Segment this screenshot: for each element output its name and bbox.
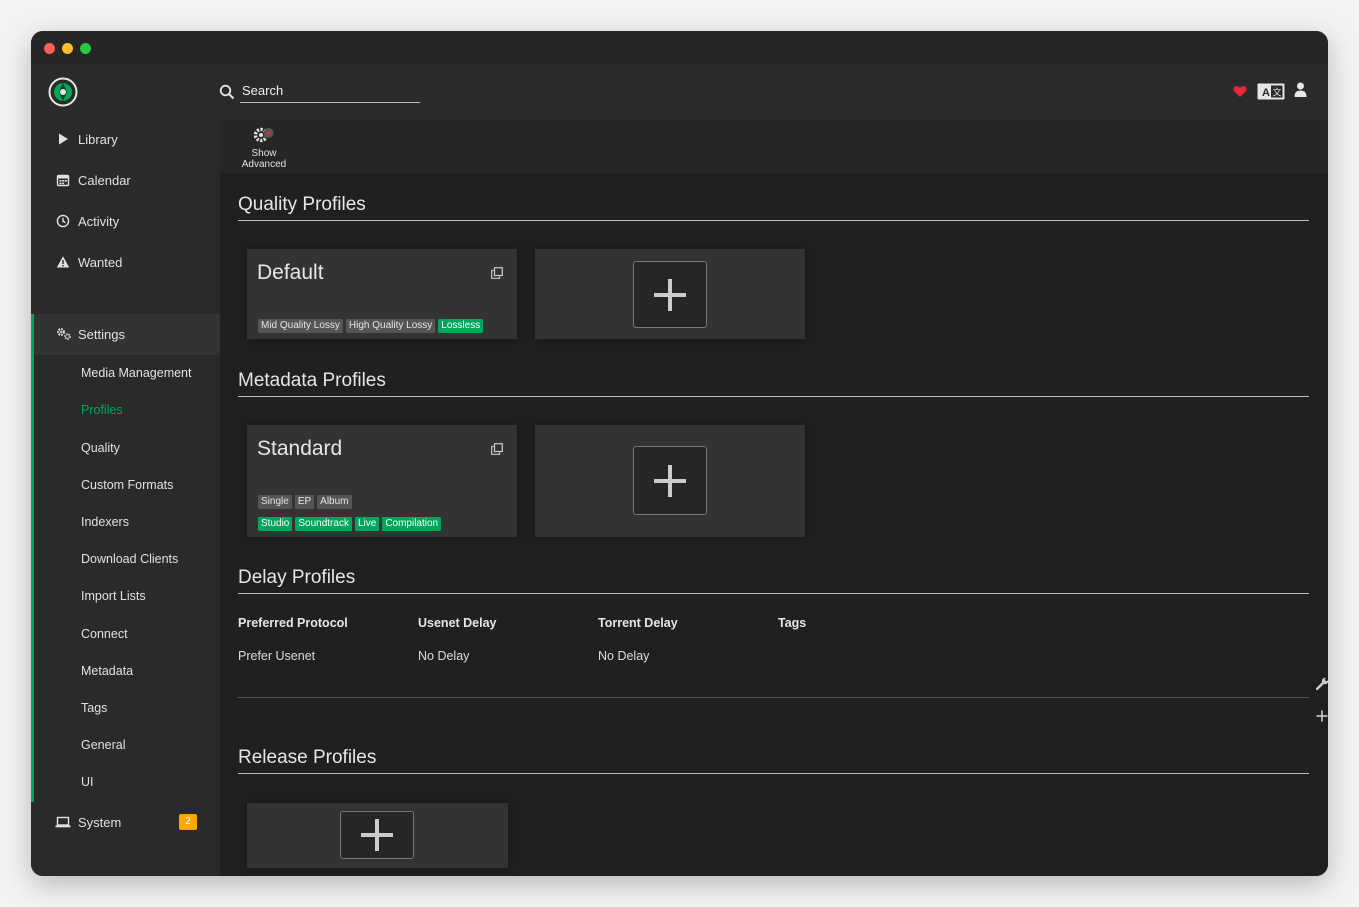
plus-icon xyxy=(361,819,393,851)
quality-tags: Mid Quality Lossy High Quality Lossy Lossl… xyxy=(258,315,486,333)
sidebar: Library Calendar Activity Wanted Setting… xyxy=(31,119,220,876)
cogs-icon xyxy=(57,328,71,340)
sidebar-item-library[interactable]: Library xyxy=(31,119,220,159)
quality-profile-card-default[interactable]: Default Mid Quality Lossy High Quality Lo… xyxy=(247,249,517,339)
maximize-window-button[interactable] xyxy=(80,43,91,54)
sidebar-item-calendar[interactable]: Calendar xyxy=(31,160,220,200)
sidebar-subitem-import-lists[interactable]: Import Lists xyxy=(81,586,146,606)
play-icon xyxy=(59,133,68,145)
plus-icon xyxy=(654,464,686,497)
sidebar-subitem-tags[interactable]: Tags xyxy=(81,698,107,718)
profile-name: Default xyxy=(257,261,324,284)
clone-icon[interactable] xyxy=(491,443,503,455)
translate-icon[interactable]: A 文 xyxy=(1257,83,1285,100)
show-advanced-button[interactable]: Show Advanced xyxy=(232,125,296,170)
row-divider xyxy=(238,697,1309,698)
main-content: Quality Profiles Default Mid Quality Los… xyxy=(220,173,1328,876)
search-icon xyxy=(219,84,235,100)
sidebar-subitem-download-clients[interactable]: Download Clients xyxy=(81,549,178,569)
app-window: A 文 Library Calendar xyxy=(31,31,1328,876)
search-input[interactable] xyxy=(240,79,420,103)
show-advanced-label-line1: Show xyxy=(251,148,277,159)
sidebar-item-wanted[interactable]: Wanted xyxy=(31,242,220,282)
column-header-tags: Tags xyxy=(778,616,807,630)
sidebar-item-label: Activity xyxy=(78,213,120,229)
user-icon[interactable] xyxy=(1294,82,1307,97)
window-titlebar xyxy=(31,31,1328,65)
add-quality-profile-button[interactable] xyxy=(633,261,707,328)
add-metadata-profile-button[interactable] xyxy=(633,446,707,515)
delay-profiles-title: Delay Profiles xyxy=(238,567,356,588)
section-divider xyxy=(238,220,1309,221)
settings-section-indicator xyxy=(31,314,34,802)
clock-icon xyxy=(56,214,70,228)
quality-tag: Mid Quality Lossy xyxy=(258,319,343,333)
add-release-profile-card[interactable] xyxy=(247,803,508,868)
sidebar-item-label: Library xyxy=(78,131,118,147)
sidebar-subitem-profiles[interactable]: Profiles xyxy=(81,400,123,420)
system-count-badge: 2 xyxy=(179,814,197,830)
minimize-window-button[interactable] xyxy=(62,43,73,54)
app-logo-icon[interactable] xyxy=(48,77,78,107)
sidebar-item-system[interactable]: System 2 xyxy=(31,802,220,842)
svg-text:A: A xyxy=(1262,87,1270,99)
quality-profiles-title: Quality Profiles xyxy=(238,194,366,215)
primary-type-tag: EP xyxy=(294,495,315,509)
sidebar-item-activity[interactable]: Activity xyxy=(31,201,220,241)
sidebar-subitem-ui[interactable]: UI xyxy=(81,772,94,792)
sidebar-subitem-media-management[interactable]: Media Management xyxy=(81,363,191,383)
svg-text:文: 文 xyxy=(1273,87,1282,99)
section-divider xyxy=(238,593,1309,594)
sidebar-subitem-metadata[interactable]: Metadata xyxy=(81,661,133,681)
page-toolbar: Show Advanced xyxy=(220,119,1328,173)
sidebar-subitem-custom-formats[interactable]: Custom Formats xyxy=(81,475,173,495)
release-profiles-title: Release Profiles xyxy=(238,747,377,768)
section-divider xyxy=(238,396,1309,397)
metadata-profiles-title: Metadata Profiles xyxy=(238,370,386,391)
calendar-icon xyxy=(56,174,70,187)
column-header-torrent-delay: Torrent Delay xyxy=(598,616,678,630)
sidebar-item-label: Calendar xyxy=(78,172,131,188)
secondary-type-tag: Compilation xyxy=(382,517,442,531)
sidebar-subitem-quality[interactable]: Quality xyxy=(81,438,120,458)
primary-type-tag: Album xyxy=(317,495,352,509)
close-window-button[interactable] xyxy=(44,43,55,54)
sidebar-subitem-connect[interactable]: Connect xyxy=(81,624,128,644)
laptop-icon xyxy=(55,816,71,828)
heart-icon[interactable] xyxy=(1233,85,1247,98)
usenet-delay-cell: No Delay xyxy=(418,649,470,663)
section-divider xyxy=(238,773,1309,774)
primary-type-tag: Single xyxy=(258,495,292,509)
add-metadata-profile-card[interactable] xyxy=(535,425,805,537)
quality-tag: High Quality Lossy xyxy=(345,319,436,333)
sidebar-item-label: Settings xyxy=(78,327,125,342)
advanced-settings-icon xyxy=(253,127,274,143)
wrench-icon[interactable] xyxy=(1316,677,1328,690)
sidebar-subitem-general[interactable]: General xyxy=(81,735,125,755)
secondary-type-tag: Soundtrack xyxy=(295,517,352,531)
secondary-type-tag: Studio xyxy=(258,517,293,531)
release-type-tags: Single EP Album xyxy=(258,491,355,509)
secondary-type-tags: Studio Soundtrack Live Compilation xyxy=(258,513,444,531)
profile-name: Standard xyxy=(257,437,343,460)
quality-tag-cutoff: Lossless xyxy=(438,319,484,333)
plus-icon xyxy=(654,278,686,311)
add-delay-profile-icon[interactable] xyxy=(1316,710,1328,722)
sidebar-item-label: System xyxy=(78,814,122,830)
column-header-preferred-protocol: Preferred Protocol xyxy=(238,616,348,630)
metadata-profile-card-standard[interactable]: Standard Single EP Album Studio Soundtrack L… xyxy=(247,425,517,537)
show-advanced-label-line2: Advanced xyxy=(241,159,287,170)
warning-icon xyxy=(56,256,70,268)
sidebar-item-label: Wanted xyxy=(78,254,123,270)
torrent-delay-cell: No Delay xyxy=(598,649,650,663)
preferred-protocol-cell: Prefer Usenet xyxy=(238,649,316,663)
column-header-usenet-delay: Usenet Delay xyxy=(418,616,497,630)
add-release-profile-button[interactable] xyxy=(340,811,414,859)
page-header: A 文 xyxy=(31,65,1328,119)
add-quality-profile-card[interactable] xyxy=(535,249,805,339)
sidebar-item-settings[interactable]: Settings xyxy=(31,314,220,355)
sidebar-subitem-indexers[interactable]: Indexers xyxy=(81,512,129,532)
clone-icon[interactable] xyxy=(491,267,503,279)
secondary-type-tag: Live xyxy=(354,517,380,531)
